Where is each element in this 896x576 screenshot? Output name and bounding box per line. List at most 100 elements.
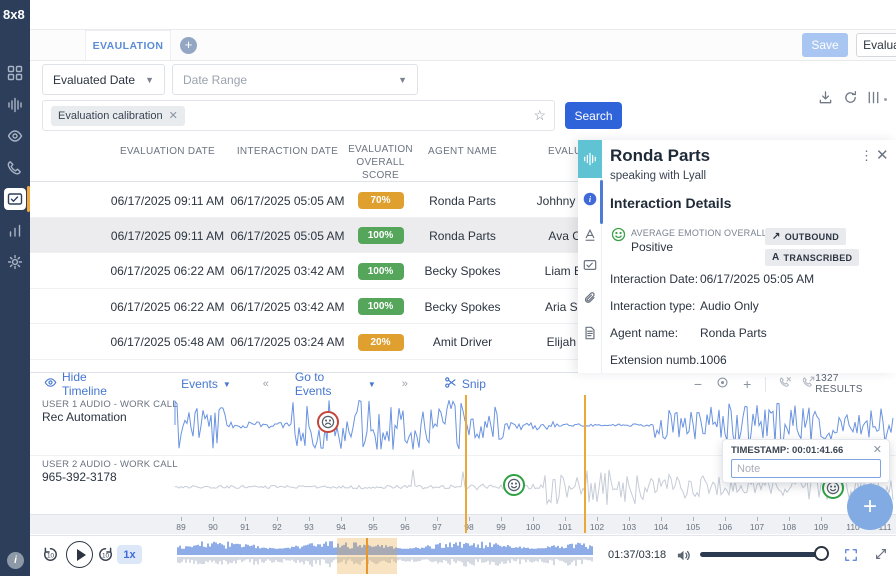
ruler-label: 97 xyxy=(422,522,452,532)
chip-remove-icon[interactable]: ✕ xyxy=(169,109,178,122)
prev-event-button[interactable]: « xyxy=(263,378,269,390)
column-header[interactable]: EVALUATION DATE xyxy=(95,145,240,158)
refresh-icon[interactable] xyxy=(843,90,860,107)
evaluated-date-select[interactable]: Evaluated Date ▼ xyxy=(42,64,165,95)
info-tab[interactable]: i xyxy=(578,184,602,214)
transcript-tab[interactable] xyxy=(578,220,602,250)
panel-subtitle: speaking with Lyall xyxy=(610,170,706,182)
column-header[interactable]: EVALUATION OVERALL SCORE xyxy=(338,143,423,182)
badge-icon: A xyxy=(772,252,780,263)
table-row[interactable]: 06/17/2025 05:48 AM06/17/2025 03:24 AM20… xyxy=(30,325,670,360)
add-note-fab[interactable]: + xyxy=(847,484,893,530)
evaluate-button[interactable]: Evaluate xyxy=(856,33,896,57)
playback-time: 01:37/03:18 xyxy=(608,549,666,561)
playback-speed[interactable]: 1x xyxy=(117,545,142,564)
search-button[interactable]: Search xyxy=(565,102,622,129)
ruler-tick xyxy=(789,517,790,521)
snip-button[interactable]: Snip xyxy=(444,376,486,392)
overview-playhead[interactable] xyxy=(366,538,368,574)
ruler-label: 90 xyxy=(198,522,228,532)
negative-emotion-marker[interactable] xyxy=(317,411,339,433)
ruler-tick xyxy=(661,517,662,521)
detail-row: Agent name: Ronda Parts xyxy=(610,326,880,353)
go-to-events-dropdown[interactable]: Go to Events ▼ xyxy=(295,370,376,398)
svg-text:10: 10 xyxy=(102,553,110,560)
tooltip-close-icon[interactable]: ✕ xyxy=(873,443,882,456)
evaluation-tab[interactable] xyxy=(578,250,602,280)
score-badge: 100% xyxy=(338,218,423,253)
positive-emotion-marker[interactable] xyxy=(503,474,525,496)
event-cursor-line[interactable] xyxy=(465,395,467,533)
smiley-icon xyxy=(611,227,626,247)
fit-screen-icon[interactable] xyxy=(844,548,858,567)
column-header[interactable]: INTERACTION DATE xyxy=(225,145,350,158)
snip-label: Snip xyxy=(462,377,486,391)
chevron-down-icon: ▼ xyxy=(145,75,154,85)
note-input[interactable] xyxy=(731,459,881,478)
scissors-icon xyxy=(444,376,457,392)
kebab-menu-icon[interactable]: ⋮ xyxy=(860,148,874,164)
events-dropdown[interactable]: Events ▼ xyxy=(181,377,231,391)
detail-label: Extension numb... xyxy=(610,353,706,367)
ruler-tick xyxy=(341,517,342,521)
play-button[interactable] xyxy=(66,541,93,568)
ruler-tick xyxy=(821,517,822,521)
hide-timeline-label: Hide Timeline xyxy=(62,370,133,398)
volume-knob[interactable] xyxy=(814,546,829,561)
ruler-tick xyxy=(213,517,214,521)
hide-timeline-button[interactable]: Hide Timeline xyxy=(44,370,133,398)
save-button[interactable]: Save xyxy=(802,33,848,57)
table-row[interactable]: 06/17/2025 09:11 AM06/17/2025 05:05 AM70… xyxy=(30,183,670,218)
next-event-button[interactable]: » xyxy=(402,378,408,390)
score-badge: 70% xyxy=(338,183,423,218)
ruler-tick xyxy=(309,517,310,521)
columns-icon[interactable] xyxy=(866,90,883,107)
detail-label: Interaction Date: xyxy=(610,272,698,286)
filter-chip-box[interactable]: Evaluation calibration ✕ ☆ xyxy=(42,100,555,131)
volume-icon[interactable] xyxy=(676,548,691,568)
column-header[interactable]: AGENT NAME xyxy=(415,145,510,158)
expand-icon[interactable] xyxy=(874,547,888,566)
panel-scrollbar[interactable] xyxy=(600,180,603,224)
sidebar-item-interactions[interactable] xyxy=(0,90,30,120)
download-icon[interactable] xyxy=(818,90,835,107)
rewind-10-icon[interactable]: 10 xyxy=(42,546,59,568)
close-icon[interactable]: ✕ xyxy=(876,146,889,164)
timeline-ruler[interactable]: 8990919293949596979899100101102103104105… xyxy=(30,514,896,534)
table-row[interactable]: 06/17/2025 06:22 AM06/17/2025 03:42 AM10… xyxy=(30,289,670,324)
filter-chip[interactable]: Evaluation calibration ✕ xyxy=(51,106,185,126)
sidebar-item-dashboard[interactable] xyxy=(0,58,30,88)
ruler-tick xyxy=(565,517,566,521)
table-row[interactable]: 06/17/2025 09:11 AM06/17/2025 05:05 AM10… xyxy=(30,218,670,253)
ruler-tick xyxy=(245,517,246,521)
sidebar-item-evaluations[interactable] xyxy=(0,184,30,214)
attachment-tab[interactable] xyxy=(578,283,602,313)
ruler-tick xyxy=(469,517,470,521)
add-tab-button[interactable]: + xyxy=(180,37,197,54)
note-cursor-line[interactable] xyxy=(584,395,586,533)
panel-tab-strip: i xyxy=(578,140,602,373)
badge-outbound: ↗OUTBOUND xyxy=(765,228,846,245)
date-range-select[interactable]: Date Range ▼ xyxy=(172,64,418,95)
columns-menu-dot xyxy=(884,98,887,101)
ruler-label: 93 xyxy=(294,522,324,532)
sidebar-item-monitoring[interactable] xyxy=(0,121,30,151)
ruler-tick xyxy=(501,517,502,521)
table-row[interactable]: 06/17/2025 06:22 AM06/17/2025 03:42 AM10… xyxy=(30,254,670,289)
forward-10-icon[interactable]: 10 xyxy=(97,546,114,568)
detail-row: Interaction type: Audio Only xyxy=(610,299,880,326)
badge-transcribed: ATRANSCRIBED xyxy=(765,249,859,266)
document-tab[interactable] xyxy=(578,318,602,348)
sidebar-item-settings[interactable] xyxy=(0,247,30,277)
ruler-label: 98 xyxy=(454,522,484,532)
sidebar-item-analytics[interactable] xyxy=(0,216,30,246)
ruler-label: 92 xyxy=(262,522,292,532)
tab-evaluation[interactable]: EVAULATION xyxy=(85,30,171,60)
ruler-label: 103 xyxy=(614,522,644,532)
info-icon[interactable]: i xyxy=(7,552,24,569)
favorite-star-icon[interactable]: ☆ xyxy=(533,107,546,124)
volume-slider[interactable] xyxy=(700,552,828,557)
sidebar-item-calls[interactable] xyxy=(0,153,30,183)
audio-wave-tab[interactable] xyxy=(578,140,602,178)
eye-icon xyxy=(44,376,57,392)
